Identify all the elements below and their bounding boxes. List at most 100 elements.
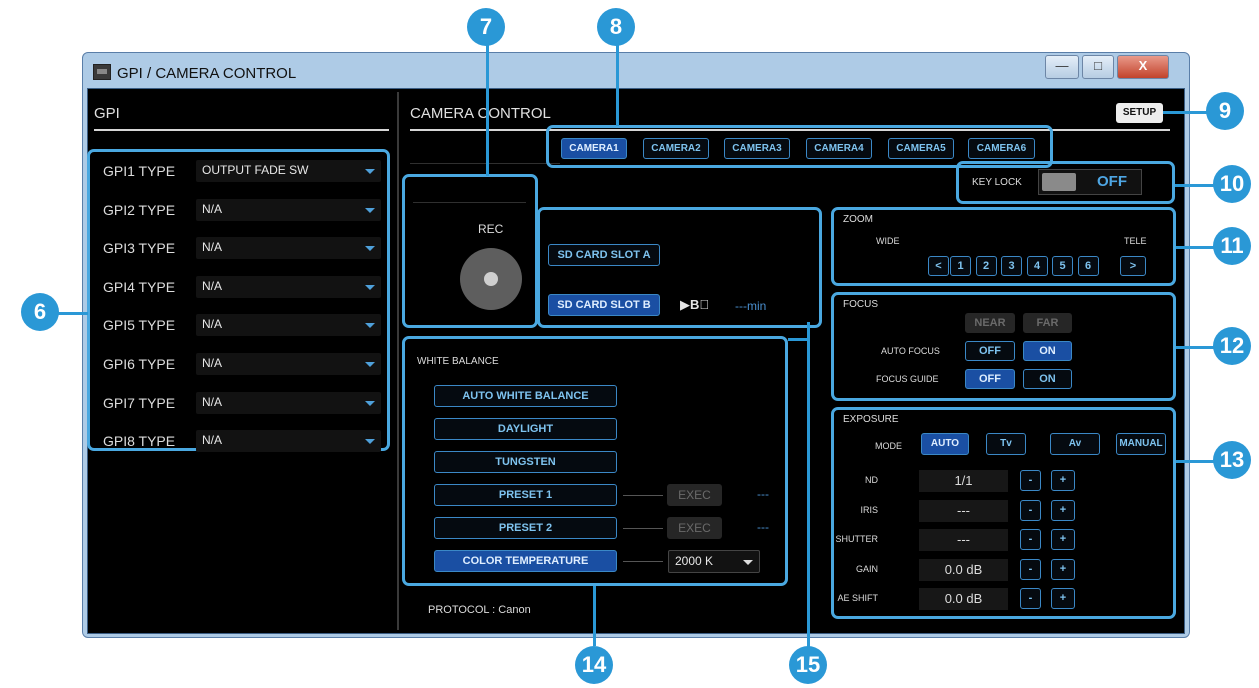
zoom-preset-button[interactable]: 4 — [1026, 256, 1048, 276]
preset-2-exec-button[interactable]: EXEC — [667, 517, 722, 539]
toggle-knob — [1042, 173, 1076, 191]
focus-guide-label: FOCUS GUIDE — [876, 374, 939, 384]
exposure-plus-button[interactable]: + — [1051, 499, 1075, 521]
camera-control-header: CAMERA CONTROL — [410, 105, 551, 122]
exposure-minus-button[interactable]: - — [1020, 588, 1041, 609]
gpi-type-value: N/A — [202, 317, 223, 332]
tab-camera5[interactable]: CAMERA5 — [888, 138, 954, 159]
focus-near-button[interactable]: NEAR — [965, 313, 1015, 333]
gpi-type-select[interactable]: N/A — [196, 391, 381, 414]
exposure-mode-label: MODE — [875, 441, 902, 451]
callout-12: 12 — [1213, 327, 1251, 365]
exposure-minus-button[interactable]: - — [1020, 529, 1041, 550]
gpi-type-label: GPI6 TYPE — [103, 356, 176, 372]
zoom-tele-button[interactable]: > — [1120, 256, 1146, 276]
auto-focus-off-button[interactable]: OFF — [965, 341, 1015, 361]
focus-guide-on-button[interactable]: ON — [1023, 369, 1072, 389]
exposure-mode-tv-button[interactable]: Tv — [986, 433, 1026, 455]
sd-card-slot-b-button[interactable]: SD CARD SLOT B — [548, 294, 660, 316]
setup-button[interactable]: SETUP — [1116, 103, 1163, 123]
color-temperature-value: 2000 K — [675, 554, 714, 568]
gpi-type-select[interactable]: N/A — [196, 198, 381, 221]
gpi-header-line — [94, 129, 389, 131]
callout-11: 11 — [1213, 227, 1251, 265]
exposure-mode-auto-button[interactable]: AUTO — [921, 433, 969, 455]
focus-guide-off-button[interactable]: OFF — [965, 369, 1015, 389]
gpi-type-select[interactable]: OUTPUT FADE SW — [196, 160, 381, 182]
gpi-type-value: N/A — [202, 201, 223, 216]
color-temperature-button[interactable]: COLOR TEMPERATURE — [434, 550, 617, 572]
exposure-mode-av-button[interactable]: Av — [1050, 433, 1100, 455]
zoom-preset-button[interactable]: 3 — [1001, 256, 1022, 276]
exposure-plus-button[interactable]: + — [1051, 588, 1075, 609]
chevron-down-icon — [365, 246, 375, 252]
auto-white-balance-button[interactable]: AUTO WHITE BALANCE — [434, 385, 617, 407]
color-temperature-select[interactable]: 2000 K — [668, 550, 760, 573]
preset-2-button[interactable]: PRESET 2 — [434, 517, 617, 539]
gpi-type-select[interactable]: N/A — [196, 237, 381, 260]
tungsten-button[interactable]: TUNGSTEN — [434, 451, 617, 473]
preset-1-line — [623, 495, 663, 496]
focus-title: FOCUS — [843, 299, 878, 310]
rec-panel — [402, 174, 538, 328]
window-title: GPI / CAMERA CONTROL — [117, 65, 297, 82]
preset-1-exec-button[interactable]: EXEC — [667, 484, 722, 506]
gpi-type-value: N/A — [202, 240, 223, 255]
tab-camera6[interactable]: CAMERA6 — [968, 138, 1035, 159]
tab-camera2[interactable]: CAMERA2 — [643, 138, 709, 159]
exposure-plus-button[interactable]: + — [1051, 470, 1075, 491]
chevron-down-icon — [365, 284, 375, 290]
gpi-type-label: GPI3 TYPE — [103, 240, 176, 257]
gpi-type-select[interactable]: N/A — [196, 430, 381, 453]
gpi-type-label: GPI7 TYPE — [103, 394, 176, 411]
exposure-plus-button[interactable]: + — [1051, 529, 1075, 550]
rec-dot-icon — [484, 272, 498, 286]
zoom-preset-button[interactable]: 1 — [950, 256, 971, 276]
tab-camera4[interactable]: CAMERA4 — [806, 138, 872, 159]
exposure-nd-label: ND — [865, 475, 878, 485]
chevron-down-icon — [365, 323, 375, 329]
color-temp-line — [623, 561, 663, 562]
exposure-shutter-value: --- — [919, 529, 1008, 551]
callout-13: 13 — [1213, 441, 1251, 479]
zoom-preset-button[interactable]: 2 — [975, 256, 997, 276]
zoom-preset-button[interactable]: 6 — [1077, 256, 1099, 276]
exposure-minus-button[interactable]: - — [1020, 558, 1041, 580]
daylight-button[interactable]: DAYLIGHT — [434, 418, 617, 440]
callout-8-leader — [616, 40, 619, 126]
tab-camera1[interactable]: CAMERA1 — [561, 138, 627, 159]
key-lock-state: OFF — [1097, 173, 1127, 190]
exposure-nd-value: 1/1 — [919, 470, 1008, 492]
close-button[interactable]: X — [1117, 55, 1169, 79]
callout-14: 14 — [575, 646, 613, 684]
gpi-type-value: OUTPUT FADE SW — [202, 163, 309, 177]
zoom-title: ZOOM — [843, 214, 873, 225]
key-lock-label: KEY LOCK — [972, 177, 1022, 188]
auto-focus-on-button[interactable]: ON — [1023, 341, 1072, 361]
app-icon — [93, 64, 111, 80]
preset-1-value: --- — [757, 487, 769, 501]
gpi-type-value: N/A — [202, 433, 223, 448]
exposure-plus-button[interactable]: + — [1051, 558, 1075, 580]
zoom-wide-button[interactable]: < — [928, 256, 949, 276]
exposure-minus-button[interactable]: - — [1020, 499, 1041, 521]
gpi-type-select[interactable]: N/A — [196, 275, 381, 298]
rec-button[interactable] — [460, 248, 522, 310]
exposure-iris-value: --- — [919, 499, 1008, 522]
tab-camera3[interactable]: CAMERA3 — [724, 138, 790, 159]
key-lock-toggle[interactable]: OFF — [1038, 169, 1142, 195]
gpi-type-select[interactable]: N/A — [196, 314, 381, 337]
minimize-button[interactable]: — — [1045, 55, 1079, 79]
zoom-preset-button[interactable]: 5 — [1052, 256, 1073, 276]
exposure-minus-button[interactable]: - — [1020, 470, 1041, 491]
exposure-mode-manual-button[interactable]: MANUAL — [1116, 433, 1166, 455]
preset-1-button[interactable]: PRESET 1 — [434, 484, 617, 506]
exposure-gain-value: 0.0 dB — [919, 558, 1008, 581]
gpi-type-label: GPI8 TYPE — [103, 433, 176, 450]
gpi-type-select[interactable]: N/A — [196, 353, 381, 375]
focus-far-button[interactable]: FAR — [1023, 313, 1072, 333]
maximize-button[interactable]: □ — [1082, 55, 1114, 79]
sd-card-slot-a-button[interactable]: SD CARD SLOT A — [548, 244, 660, 266]
slot-b-status-icon: ▶B⃠ — [680, 297, 710, 312]
callout-7: 7 — [467, 8, 505, 46]
